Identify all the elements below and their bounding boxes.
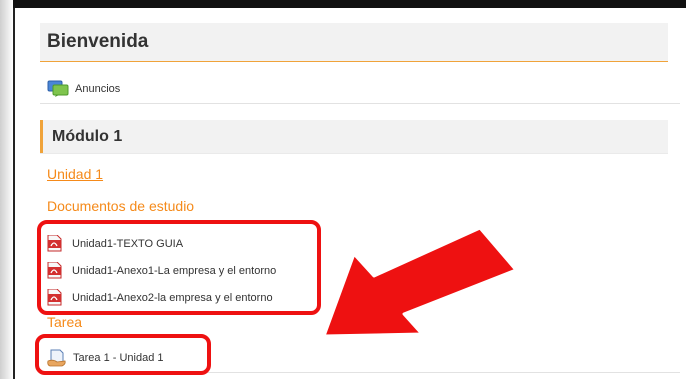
documents-heading: Documentos de estudio [47, 198, 195, 214]
module-title: Módulo 1 [52, 128, 123, 145]
documents-highlight-box [37, 220, 321, 315]
welcome-title: Bienvenida [47, 31, 149, 52]
window-top-border [13, 0, 686, 8]
welcome-section-header: Bienvenida [40, 23, 668, 62]
task-heading: Tarea [47, 314, 83, 330]
window-shadow [0, 0, 13, 379]
forum-icon [47, 80, 69, 97]
announcements-label: Anuncios [75, 82, 121, 95]
window-left-border [13, 0, 15, 379]
module-section-header: Módulo 1 [40, 120, 668, 154]
module-accent-bar [40, 120, 43, 153]
unit-link[interactable]: Unidad 1 [47, 166, 103, 182]
section-divider [40, 103, 680, 104]
announcements-link[interactable]: Anuncios [47, 80, 120, 97]
red-arrow-annotation [322, 226, 518, 338]
task-highlight-box [35, 334, 211, 375]
